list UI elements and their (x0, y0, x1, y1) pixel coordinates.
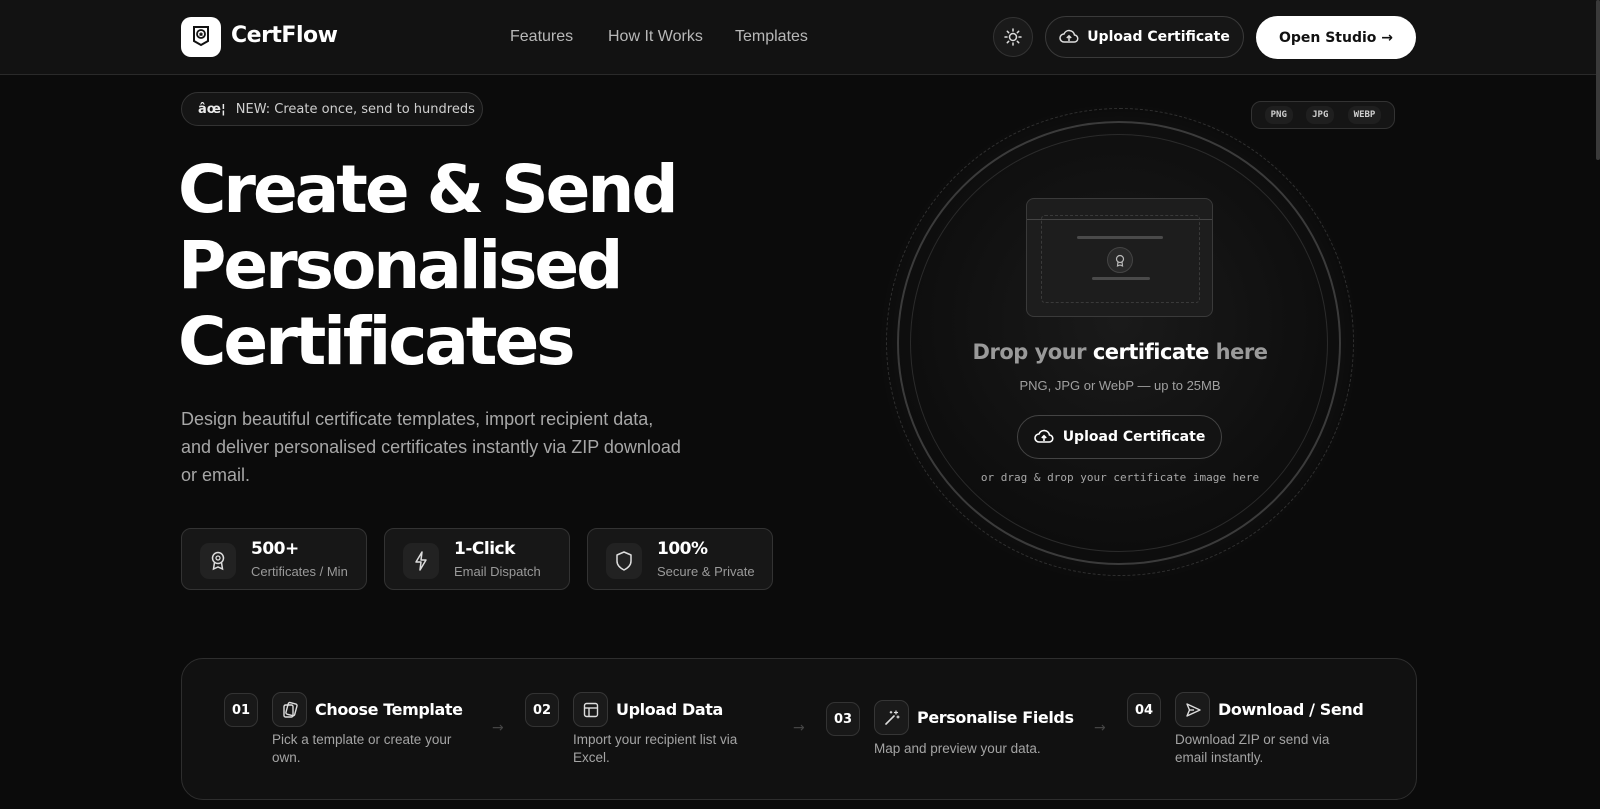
brand-name[interactable]: CertFlow (231, 23, 338, 48)
step-arrow-icon: → (1094, 720, 1106, 736)
stat-value: 100% (657, 539, 708, 559)
step-number: 01 (224, 693, 258, 727)
stat-label: Certificates / Min (251, 564, 348, 579)
announcement-badge[interactable]: âœ¦ NEW: Create once, send to hundreds (181, 92, 483, 126)
magic-wand-icon (874, 700, 909, 735)
step-arrow-icon: → (492, 720, 504, 736)
shield-icon (606, 543, 642, 579)
table-icon (573, 692, 608, 727)
header-upload-certificate-button[interactable]: Upload Certificate (1045, 16, 1244, 58)
header-upload-label: Upload Certificate (1087, 29, 1230, 45)
preview-text-line (1077, 236, 1163, 239)
step-number: 02 (525, 693, 559, 727)
send-icon (1175, 692, 1210, 727)
dropzone-title-pre: Drop your (972, 340, 1093, 364)
step-description: Pick a template or create your own. (272, 732, 452, 765)
step-arrow-icon: → (793, 720, 805, 736)
dropzone-title: Drop your certificate here (900, 340, 1340, 364)
stat-value: 500+ (251, 539, 299, 559)
stat-card-throughput: 500+ Certificates / Min (181, 528, 367, 590)
hero-title: Create & Send Personalised Certificates (178, 152, 738, 380)
stat-label: Secure & Private (657, 564, 755, 579)
sun-icon (1004, 28, 1022, 46)
drag-drop-hint: or drag & drop your certificate image he… (980, 471, 1260, 484)
theme-toggle-button[interactable] (993, 17, 1033, 57)
stat-card-dispatch: 1-Click Email Dispatch (384, 528, 570, 590)
format-png: PNG (1264, 106, 1293, 124)
nav-how-it-works[interactable]: How It Works (608, 28, 703, 46)
format-jpg: JPG (1306, 106, 1335, 124)
top-navbar: CertFlow Features How It Works Templates… (0, 0, 1600, 75)
page-scrollbar[interactable] (1596, 0, 1600, 160)
open-studio-button[interactable]: Open Studio → (1256, 16, 1416, 59)
step-title: Upload Data (616, 700, 723, 719)
cloud-upload-icon (1033, 429, 1054, 443)
badge-text: NEW: Create once, send to hundreds (235, 101, 475, 117)
step-number: 04 (1127, 693, 1161, 727)
nav-templates[interactable]: Templates (735, 28, 808, 46)
upload-button-label: Upload Certificate (1062, 429, 1206, 445)
nav-features[interactable]: Features (510, 28, 573, 46)
dropzone-title-post: here (1208, 340, 1268, 364)
hero-title-line-1: Create & Send (178, 151, 679, 228)
step-description: Download ZIP or send via email instantly… (1175, 732, 1330, 765)
step-title: Download / Send (1218, 700, 1364, 719)
hero-title-line-2: Personalised (178, 227, 623, 304)
step-number: 03 (826, 702, 860, 736)
supported-formats-pill: PNG JPG WEBP (1251, 101, 1395, 129)
lightning-icon (403, 543, 439, 579)
step-title: Choose Template (315, 700, 463, 719)
step-description: Import your recipient list via Excel. (573, 732, 738, 765)
seal-icon (1107, 247, 1133, 273)
cloud-upload-icon (1059, 29, 1079, 43)
step-title: Personalise Fields (917, 708, 1074, 727)
dropzone-subtitle: PNG, JPG or WebP — up to 25MB (1019, 378, 1221, 393)
step-description: Map and preview your data. (874, 741, 1041, 756)
template-icon (272, 692, 307, 727)
stat-label: Email Dispatch (454, 564, 541, 579)
stat-value: 1-Click (454, 539, 515, 559)
upload-certificate-button[interactable]: Upload Certificate (1017, 415, 1222, 459)
award-icon (200, 543, 236, 579)
certificate-preview-illustration (1026, 198, 1213, 317)
preview-text-line (1092, 277, 1150, 280)
hero-title-line-3: Certificates (178, 303, 576, 380)
dropzone-title-highlight: certificate (1092, 340, 1210, 364)
badge-glyph: âœ¦ (198, 101, 226, 117)
stat-card-security: 100% Secure & Private (587, 528, 773, 590)
hero-description: Design beautiful certificate templates, … (181, 409, 681, 485)
format-webp: WEBP (1347, 106, 1382, 124)
logo-icon[interactable] (181, 17, 221, 57)
